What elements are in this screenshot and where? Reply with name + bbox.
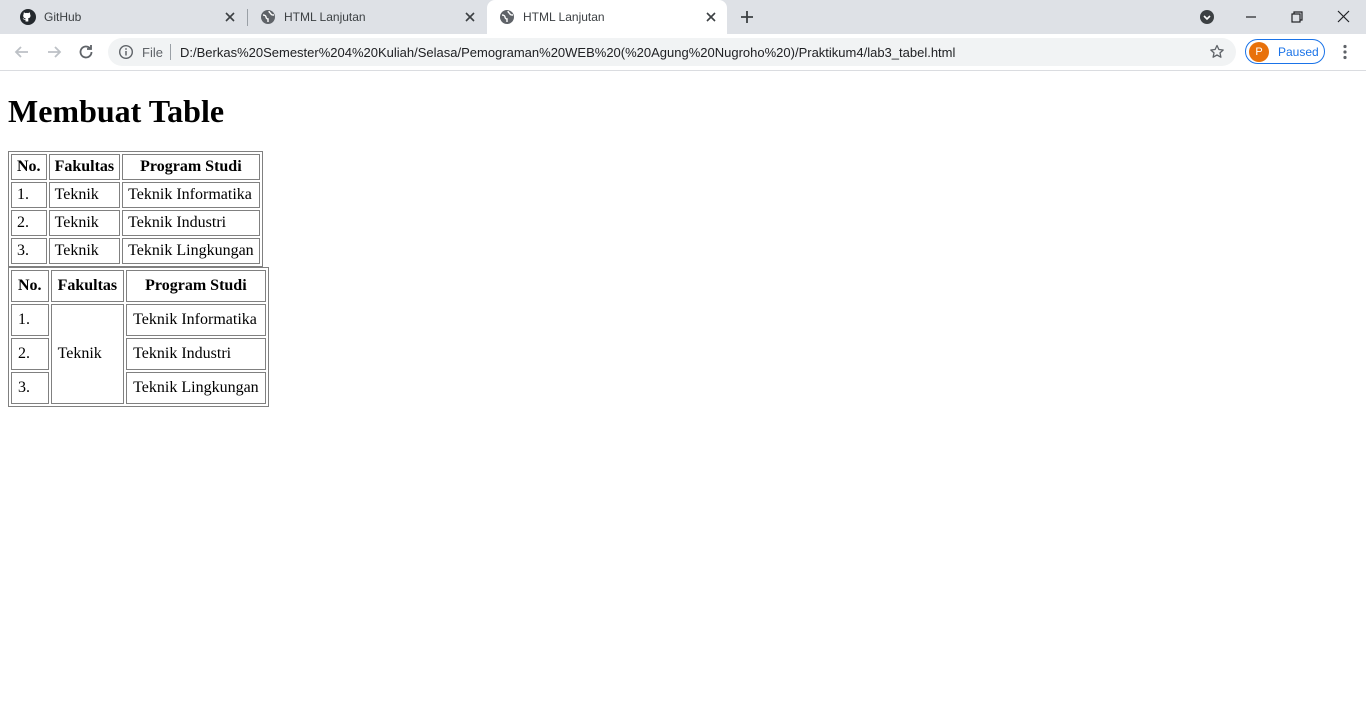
profile-button[interactable]: P Paused	[1245, 39, 1325, 64]
tab-title: HTML Lanjutan	[284, 10, 366, 24]
header-no: No.	[11, 270, 49, 302]
github-icon	[20, 9, 36, 25]
cell-program-studi: Teknik Informatika	[126, 304, 266, 336]
table-header-row: No. Fakultas Program Studi	[11, 154, 260, 180]
tab-github[interactable]: GitHub	[8, 0, 246, 34]
cell-fakultas: Teknik	[48, 210, 121, 236]
new-tab-icon[interactable]	[738, 8, 756, 26]
back-icon[interactable]	[12, 42, 32, 62]
restore-icon[interactable]	[1286, 6, 1308, 28]
reload-icon[interactable]	[76, 42, 96, 62]
cell-program-studi: Teknik Lingkungan	[126, 372, 266, 404]
table-header-row: No. Fakultas Program Studi	[11, 270, 266, 302]
table-row: 1. Teknik Teknik Informatika	[11, 304, 266, 404]
table-row: 2. Teknik Teknik Industri	[11, 210, 260, 236]
tab-strip: GitHub HTML Lanjutan HTML Lanjutan	[0, 0, 1366, 34]
page-content: Membuat Table No. Fakultas Program Studi…	[0, 71, 1366, 728]
tab-html-lanjutan[interactable]: HTML Lanjutan	[248, 0, 486, 34]
scheme-label: File	[142, 45, 163, 60]
cell-no: 2.	[11, 210, 47, 236]
omnibox-divider	[170, 44, 171, 60]
cell-program-studi: Teknik Lingkungan	[122, 238, 260, 264]
close-tab-icon[interactable]	[462, 9, 478, 25]
minimize-icon[interactable]	[1240, 6, 1262, 28]
header-no: No.	[11, 154, 47, 180]
cell-program-studi: Teknik Informatika	[122, 182, 260, 208]
table-row: 3. Teknik Teknik Lingkungan	[11, 238, 260, 264]
page-heading: Membuat Table	[8, 93, 225, 129]
tab-html-lanjutan-active[interactable]: HTML Lanjutan	[487, 0, 727, 34]
cell-no: 3.	[11, 238, 47, 264]
cell-no: 1.	[11, 182, 47, 208]
table-basic: No. Fakultas Program Studi 1. Teknik Tek…	[8, 151, 263, 267]
tab-search-icon[interactable]	[1196, 6, 1218, 28]
address-bar[interactable]: File D:/Berkas%20Semester%204%20Kuliah/S…	[108, 38, 1236, 66]
tab-title: GitHub	[44, 10, 82, 24]
cell-program-studi: Teknik Industri	[126, 338, 266, 370]
header-fakultas: Fakultas	[48, 154, 121, 180]
table-rowspan: No. Fakultas Program Studi 1. Teknik Tek…	[8, 267, 269, 407]
table-row: 2. Teknik Industri	[11, 338, 266, 370]
header-program-studi: Program Studi	[126, 270, 266, 302]
close-window-icon[interactable]	[1332, 6, 1354, 28]
profile-status: Paused	[1278, 45, 1319, 59]
globe-icon	[260, 9, 276, 25]
header-program-studi: Program Studi	[122, 154, 260, 180]
avatar: P	[1249, 42, 1269, 62]
cell-no: 1.	[11, 304, 49, 336]
cell-no: 3.	[11, 372, 49, 404]
url-text[interactable]: D:/Berkas%20Semester%204%20Kuliah/Selasa…	[180, 45, 955, 60]
cell-fakultas-merged: Teknik	[50, 304, 125, 404]
table-row: 1. Teknik Teknik Informatika	[11, 182, 260, 208]
close-tab-icon[interactable]	[703, 9, 719, 25]
tab-title: HTML Lanjutan	[523, 10, 605, 24]
cell-fakultas: Teknik	[48, 238, 121, 264]
cell-fakultas: Teknik	[48, 182, 121, 208]
globe-icon	[499, 9, 515, 25]
table-row: 3. Teknik Lingkungan	[11, 372, 266, 404]
header-fakultas: Fakultas	[50, 270, 125, 302]
cell-program-studi: Teknik Industri	[122, 210, 260, 236]
close-tab-icon[interactable]	[222, 9, 238, 25]
more-menu-icon[interactable]	[1335, 42, 1355, 62]
cell-no: 2.	[11, 338, 49, 370]
info-icon[interactable]	[118, 44, 134, 60]
forward-icon[interactable]	[44, 42, 64, 62]
bookmark-star-icon[interactable]	[1208, 43, 1226, 61]
browser-toolbar: File D:/Berkas%20Semester%204%20Kuliah/S…	[0, 34, 1366, 71]
